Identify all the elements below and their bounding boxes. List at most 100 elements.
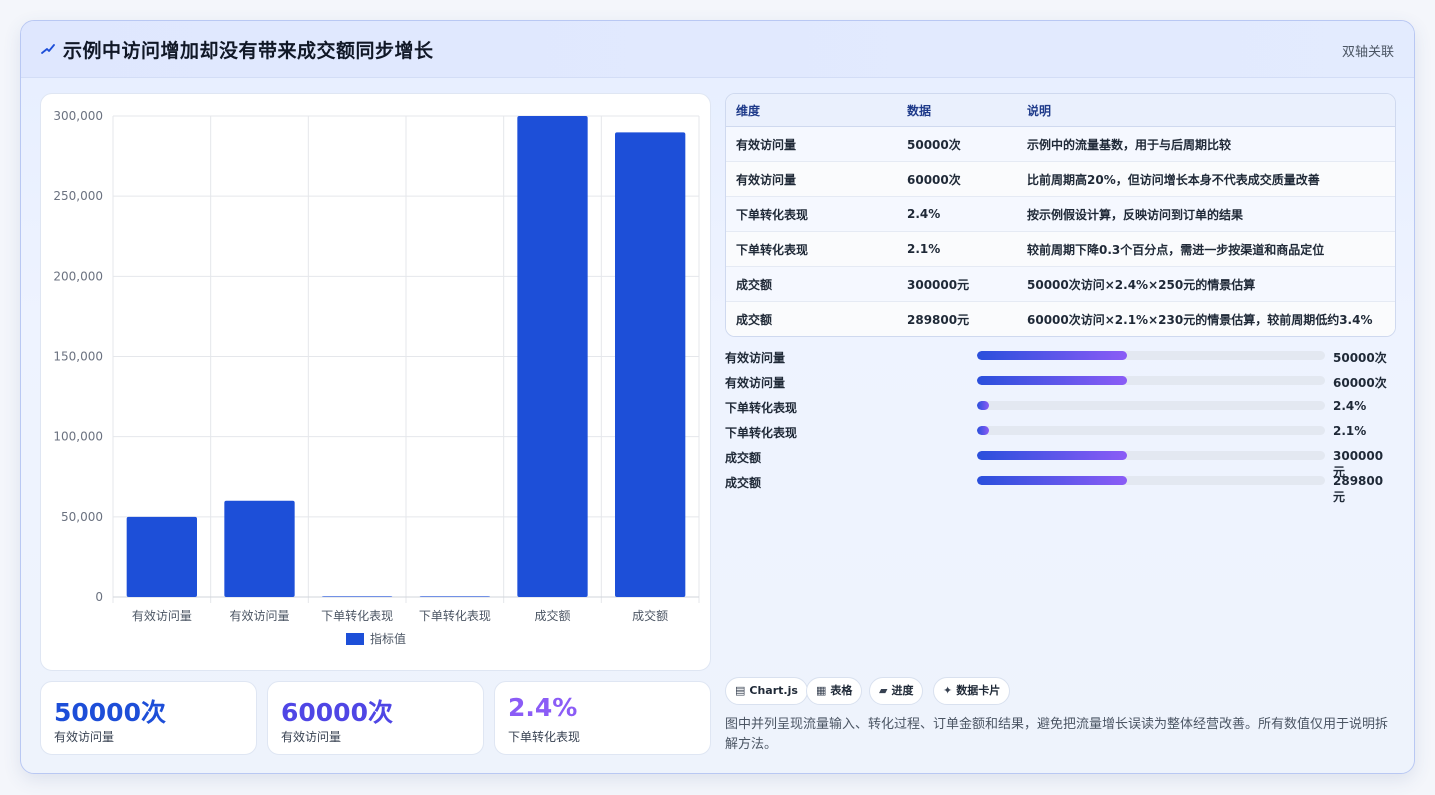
progress-track bbox=[977, 451, 1325, 460]
table-cell-dimension: 下单转化表现 bbox=[726, 196, 897, 232]
bar bbox=[322, 596, 393, 597]
data-table-panel: 维度 数据 说明 有效访问量 50000次 示例中的流量基数，用于与后周期比较 … bbox=[725, 93, 1396, 337]
table-row: 有效访问量 60000次 比前周期高20%，但访问增长本身不代表成交质量改善 bbox=[726, 161, 1395, 197]
progress-track bbox=[977, 476, 1325, 485]
progress-label: 成交额 bbox=[725, 476, 762, 490]
chip-label: 进度 bbox=[891, 684, 914, 697]
progress-track bbox=[977, 351, 1325, 360]
chip-chartjs[interactable]: ▤ Chart.js bbox=[725, 677, 808, 705]
page-title: 示例中访问增加却没有带来成交额同步增长 bbox=[63, 40, 434, 62]
progress-fill bbox=[977, 451, 1127, 460]
progress-label: 下单转化表现 bbox=[725, 426, 798, 440]
progress-row: 下单转化表现 2.4% bbox=[725, 396, 1395, 421]
x-tick-label: 成交额 bbox=[632, 608, 668, 623]
card-icon: ✦ bbox=[943, 684, 953, 697]
table-cell-dimension: 下单转化表现 bbox=[726, 231, 897, 267]
progress-label: 有效访问量 bbox=[725, 351, 786, 365]
progress-row: 成交额 289800元 bbox=[725, 471, 1395, 504]
data-table: 维度 数据 说明 有效访问量 50000次 示例中的流量基数，用于与后周期比较 … bbox=[726, 94, 1395, 336]
table-header-row: 维度 数据 说明 bbox=[726, 94, 1395, 127]
progress-track bbox=[977, 376, 1325, 385]
progress-label: 有效访问量 bbox=[725, 376, 786, 390]
column-header-data: 数据 bbox=[897, 94, 1017, 127]
progress-list: 有效访问量 50000次 有效访问量 60000次 下单转化表现 2.4% 下单… bbox=[725, 346, 1395, 504]
legend-label: 指标值 bbox=[370, 631, 406, 646]
table-cell-dimension: 成交额 bbox=[726, 301, 897, 336]
column-header-dimension: 维度 bbox=[726, 94, 897, 127]
progress-icon: ▰ bbox=[879, 684, 888, 697]
table-row: 下单转化表现 2.4% 按示例假设计算，反映访问到订单的结果 bbox=[726, 196, 1395, 232]
table-cell-data: 2.1% bbox=[897, 231, 1017, 267]
description-text: 图中并列呈现流量输入、转化过程、订单金额和结果，避免把流量增长误读为整体经营改善… bbox=[725, 717, 1389, 752]
card-header: 示例中访问增加却没有带来成交额同步增长 双轴关联 bbox=[21, 21, 1414, 78]
progress-value: 2.1% bbox=[1333, 424, 1367, 438]
stat-caption: 有效访问量 bbox=[281, 730, 342, 744]
progress-row: 有效访问量 50000次 bbox=[725, 346, 1395, 371]
stat-card: 50000次 有效访问量 bbox=[40, 681, 257, 755]
table-cell-description: 示例中的流量基数，用于与后周期比较 bbox=[1017, 126, 1395, 162]
progress-fill bbox=[977, 376, 1127, 385]
progress-fill bbox=[977, 476, 1127, 485]
table-cell-data: 289800元 bbox=[897, 301, 1017, 336]
y-tick-label: 50,000 bbox=[61, 510, 103, 524]
table-row: 成交额 289800元 60000次访问×2.1%×230元的情景估算，较前周期… bbox=[726, 301, 1395, 336]
table-cell-data: 50000次 bbox=[897, 126, 1017, 162]
chip-label: Chart.js bbox=[749, 684, 798, 697]
chip-label: 数据卡片 bbox=[956, 684, 1001, 697]
bar bbox=[615, 132, 686, 597]
stat-number: 60000次 bbox=[281, 698, 393, 727]
progress-label: 成交额 bbox=[725, 451, 762, 465]
table-cell-dimension: 有效访问量 bbox=[726, 126, 897, 162]
table-cell-dimension: 有效访问量 bbox=[726, 161, 897, 197]
stat-caption: 下单转化表现 bbox=[508, 730, 581, 744]
table-cell-data: 2.4% bbox=[897, 196, 1017, 232]
bar bbox=[419, 596, 490, 597]
y-tick-label: 200,000 bbox=[53, 269, 103, 283]
bar-chart-panel: 300,000 250,000 200,000 150,000 100,000 50,00… bbox=[40, 93, 711, 671]
x-tick-label: 有效访问量 bbox=[229, 608, 289, 623]
chip-table[interactable]: ▦ 表格 bbox=[806, 677, 863, 705]
y-tick-label: 0 bbox=[95, 590, 103, 604]
x-tick-label: 成交额 bbox=[534, 608, 570, 623]
chip-label: 表格 bbox=[830, 684, 853, 697]
chart-icon: ▤ bbox=[735, 684, 746, 697]
progress-row: 下单转化表现 2.1% bbox=[725, 421, 1395, 446]
bar bbox=[517, 116, 588, 597]
stat-number: 2.4% bbox=[508, 693, 578, 722]
y-tick-label: 300,000 bbox=[53, 109, 103, 123]
table-cell-data: 300000元 bbox=[897, 266, 1017, 302]
stat-caption: 有效访问量 bbox=[54, 730, 115, 744]
x-tick-label: 下单转化表现 bbox=[321, 608, 393, 623]
progress-value: 289800元 bbox=[1333, 474, 1384, 504]
table-row: 下单转化表现 2.1% 较前周期下降0.3个百分点，需进一步按渠道和商品定位 bbox=[726, 231, 1395, 267]
bar bbox=[224, 500, 295, 597]
table-cell-description: 60000次访问×2.1%×230元的情景估算，较前周期低约3.4% bbox=[1017, 301, 1395, 336]
y-tick-label: 250,000 bbox=[53, 189, 103, 203]
dual-axis-tag: 双轴关联 bbox=[1341, 45, 1394, 60]
bar-chart: 300,000 250,000 200,000 150,000 100,000 50,00… bbox=[53, 109, 700, 646]
table-row: 成交额 300000元 50000次访问×2.4%×250元的情景估算 bbox=[726, 266, 1395, 302]
progress-value: 2.4% bbox=[1333, 399, 1367, 413]
chip-progress[interactable]: ▰ 进度 bbox=[869, 677, 924, 705]
progress-row: 成交额 300000元 bbox=[725, 446, 1395, 479]
progress-fill bbox=[977, 351, 1127, 360]
chip-data-card[interactable]: ✦ 数据卡片 bbox=[933, 677, 1011, 705]
progress-row: 有效访问量 60000次 bbox=[725, 371, 1395, 396]
table-cell-description: 较前周期下降0.3个百分点，需进一步按渠道和商品定位 bbox=[1017, 231, 1395, 267]
column-header-description: 说明 bbox=[1017, 94, 1395, 127]
table-cell-description: 按示例假设计算，反映访问到订单的结果 bbox=[1017, 196, 1395, 232]
table-cell-description: 50000次访问×2.4%×250元的情景估算 bbox=[1017, 266, 1395, 302]
table-icon: ▦ bbox=[816, 684, 827, 697]
bar bbox=[126, 516, 197, 597]
y-tick-label: 150,000 bbox=[53, 350, 103, 364]
stat-card: 2.4% 下单转化表现 bbox=[494, 681, 711, 755]
table-cell-dimension: 成交额 bbox=[726, 266, 897, 302]
table-cell-data: 60000次 bbox=[897, 161, 1017, 197]
trend-icon bbox=[41, 44, 55, 54]
progress-track bbox=[977, 426, 1325, 435]
progress-value: 50000次 bbox=[1333, 351, 1387, 365]
stat-card: 60000次 有效访问量 bbox=[267, 681, 484, 755]
dashboard-card: 示例中访问增加却没有带来成交额同步增长 双轴关联 300,000 250,000 2… bbox=[20, 20, 1415, 774]
progress-fill bbox=[977, 426, 990, 435]
y-tick-label: 100,000 bbox=[53, 430, 103, 444]
